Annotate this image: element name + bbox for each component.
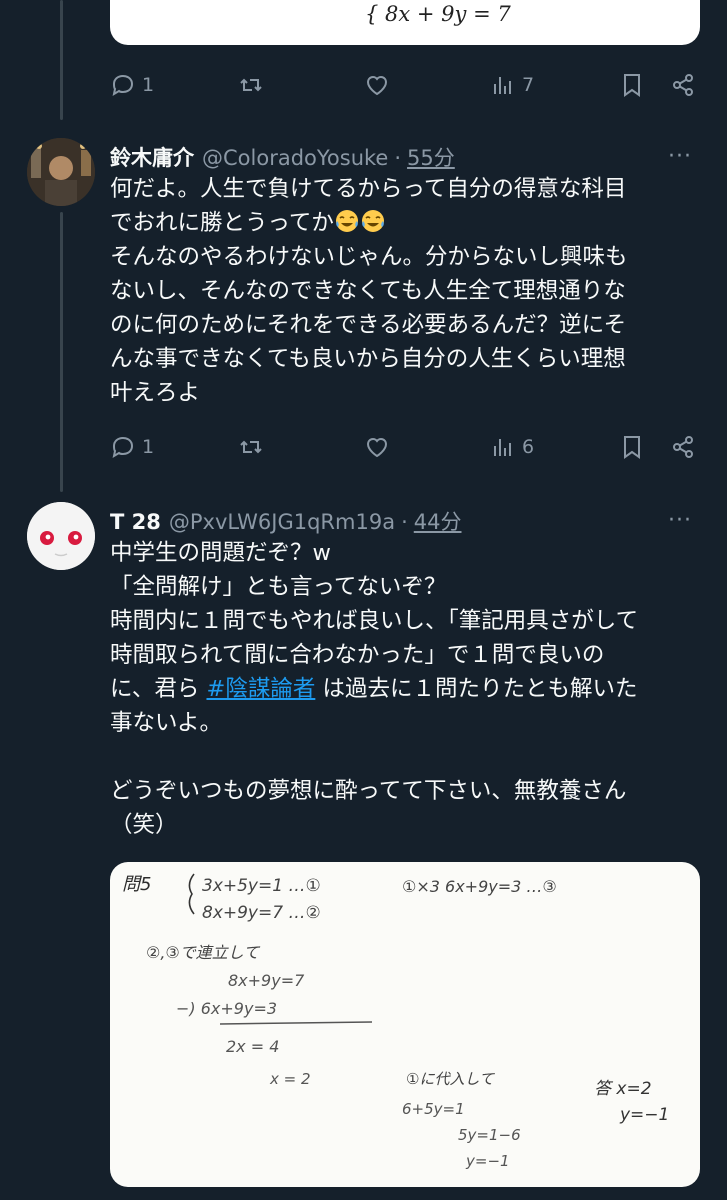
retweet-icon [240, 440, 262, 454]
views-count: 6 [522, 436, 535, 458]
user-handle[interactable]: @PxvLW6JG1qRm19a [169, 510, 395, 534]
handwriting-line: 答 x=2 [594, 1079, 652, 1099]
views-count: 7 [522, 74, 535, 96]
bookmark-button[interactable] [619, 429, 645, 465]
tweet-line: んな事できなくても良いから自分の人生くらい理想 [110, 346, 626, 372]
reply-icon [112, 436, 134, 459]
tweet-actions: 1 6 [110, 429, 700, 465]
tweet-line-text: は過去に１問たりたとも解いた [315, 676, 638, 702]
handwriting-line: 2x = 4 [226, 1037, 279, 1056]
display-name[interactable]: T 28 [110, 510, 161, 534]
share-button[interactable] [670, 67, 696, 103]
reply-icon [112, 74, 134, 97]
hashtag-link[interactable]: #陰謀論者 [206, 676, 315, 702]
avatar-photo [27, 138, 95, 206]
handwriting-line: y=−1 [619, 1105, 669, 1125]
reply-button[interactable]: 1 [110, 67, 154, 103]
tweet-line: のに何のためにそれをできる必要あるんだ？逆にそ [110, 312, 627, 338]
views-icon [494, 439, 511, 456]
views-icon [494, 77, 511, 94]
handwriting-line: ①×3 6x+9y=3 …③ [402, 877, 557, 896]
share-icon [673, 74, 693, 96]
separator-dot: · [394, 146, 402, 170]
more-options-button[interactable]: ··· [668, 144, 692, 169]
handwriting-line: 8x+9y=7 …② [202, 903, 321, 923]
handwritten-solution-image[interactable]: 問5 3x+5y=1 …① 8x+9y=7 …② ①×3 6x+9y=3 …③ … [110, 862, 700, 1187]
handwriting-line: ①に代入して [406, 1070, 495, 1088]
like-icon [366, 438, 388, 458]
handwriting-line: 問5 [122, 874, 151, 895]
tweet-line: 時間取られて間に合わなかった」で１問で良いの [110, 642, 605, 668]
tweet-line: 時間内に１問でもやれば良いし、「筆記用具さがして [110, 608, 639, 634]
handwriting-line: 6+5y=1 [402, 1100, 465, 1118]
reply-count: 1 [142, 436, 155, 458]
tweet-line: ないし、そんなのできなくても人生全て理想通りな [110, 278, 626, 304]
handwriting-line: 5y=1−6 [458, 1126, 521, 1144]
views-button[interactable]: 7 [490, 67, 534, 103]
share-icon [673, 436, 693, 458]
subtraction-line [219, 1021, 373, 1025]
retweet-button[interactable] [238, 429, 264, 465]
tweet-header: 鈴木庸介 @ColoradoYosuke · 55分 [110, 142, 455, 172]
thread-connector [60, 0, 63, 120]
tweet-header: T 28 @PxvLW6JG1qRm19a · 44分 [110, 506, 462, 536]
tweet-line: どうぞいつもの夢想に酔ってて下さい、無教養さん [110, 778, 627, 804]
tweet-line: 中学生の問題だぞ？w [110, 540, 331, 566]
brace-mark [188, 873, 195, 915]
like-icon [366, 76, 388, 96]
avatar[interactable] [27, 502, 95, 570]
thread-connector [60, 212, 63, 492]
tweet-line: そんなのやるわけないじゃん。分からないし興味も [110, 244, 628, 270]
avatar[interactable] [27, 138, 95, 206]
display-name[interactable]: 鈴木庸介 [110, 142, 194, 172]
tweet-actions: 1 7 [110, 67, 700, 103]
views-button[interactable]: 6 [490, 429, 534, 465]
tweet-line-text: でおれに勝とうってか [110, 210, 334, 236]
tweet-timestamp[interactable]: 44分 [414, 506, 462, 536]
separator-dot: · [401, 510, 408, 534]
like-button[interactable] [364, 429, 390, 465]
tears-of-joy-emoji-icon [335, 210, 358, 232]
equation-image-card[interactable]: { 8x + 9y = 7 [110, 0, 700, 45]
tweet-line: 「全問解け」とも言ってないぞ？ [110, 574, 447, 600]
handwriting-line: 8x+9y=7 [228, 971, 305, 990]
more-options-button[interactable]: ··· [668, 508, 692, 533]
handwritten-sheet: 問5 3x+5y=1 …① 8x+9y=7 …② ①×3 6x+9y=3 …③ … [122, 873, 669, 1170]
tweet-line: 何だよ。人生で負けてるからって自分の得意な科目 [110, 176, 627, 202]
reply-count: 1 [142, 74, 155, 96]
bookmark-icon [624, 436, 640, 459]
bookmark-button[interactable] [619, 67, 645, 103]
tears-of-joy-emoji-icon [361, 210, 384, 232]
handwriting-line: y=−1 [465, 1152, 510, 1170]
handwriting-line: ②,③で連立して [146, 943, 261, 962]
tweet-line: 事ないよ。 [110, 710, 223, 736]
user-handle[interactable]: @ColoradoYosuke [202, 146, 388, 170]
retweet-icon [240, 78, 262, 92]
handwriting-line: 3x+5y=1 …① [202, 876, 321, 896]
tweet-line: 叶えろよ [110, 380, 201, 406]
tweet-line: （笑） [110, 812, 178, 838]
tweet-text: 中学生の問題だぞ？w 「全問解け」とも言ってないぞ？ 時間内に１問でもやれば良い… [110, 536, 705, 842]
handwriting-line: x = 2 [269, 1070, 311, 1088]
avatar-face [27, 502, 95, 570]
equation-text: { 8x + 9y = 7 [365, 2, 511, 26]
share-button[interactable] [670, 429, 696, 465]
bookmark-icon [624, 74, 640, 97]
tweet-line: に、君ら #陰謀論者 は過去に１問たりたとも解いた [110, 672, 705, 706]
tweet-line-text: に、君ら [110, 676, 207, 702]
retweet-button[interactable] [238, 67, 264, 103]
like-button[interactable] [364, 67, 390, 103]
tweet-line: でおれに勝とうってか [110, 206, 705, 240]
tweet-text: 何だよ。人生で負けてるからって自分の得意な科目 でおれに勝とうってか そんなのや… [110, 172, 705, 410]
handwriting-line: −) 6x+9y=3 [176, 999, 277, 1018]
reply-button[interactable]: 1 [110, 429, 154, 465]
tweet-timestamp[interactable]: 55分 [407, 142, 455, 172]
